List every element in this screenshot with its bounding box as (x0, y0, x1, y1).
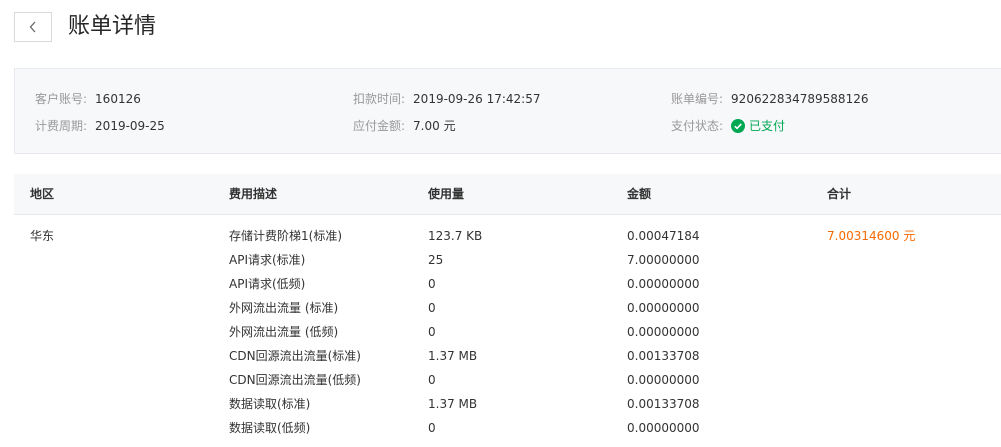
total-cell: 7.00314600 元 (827, 229, 916, 243)
amount-payable-label: 应付金额: (353, 119, 406, 133)
amount-cell: 0.00000000 (627, 277, 700, 291)
description-cell: 外网流出流量 (低频) (229, 325, 339, 339)
amount-cell: 0.00133708 (627, 349, 700, 363)
payment-status-field: 支付状态: 已支付 (671, 118, 785, 134)
amount-cell: 0.00047184 (627, 229, 700, 243)
amount-cell: 0.00000000 (627, 325, 700, 339)
bill-number-field: 账单编号: 920622834789588126 (671, 91, 868, 107)
deduct-time-value: 2019-09-26 17:42:57 (413, 92, 541, 106)
amount-payable-value: 7.00 元 (413, 119, 456, 133)
customer-account-value: 160126 (95, 92, 141, 106)
bill-number-label: 账单编号: (671, 92, 724, 106)
usage-cell: 1.37 MB (428, 397, 478, 411)
description-cell: CDN回源流出流量(标准) (229, 349, 361, 363)
description-cell: 存储计费阶梯1(标准) (229, 229, 342, 243)
deduct-time-label: 扣款时间: (353, 92, 406, 106)
deduct-time-field: 扣款时间: 2019-09-26 17:42:57 (353, 91, 541, 107)
page-header: 账单详情 (0, 0, 1001, 56)
amount-cell: 7.00000000 (627, 253, 700, 267)
region-cell: 华东 (30, 229, 55, 243)
payment-status-label: 支付状态: (671, 119, 724, 133)
page-title: 账单详情 (68, 14, 157, 39)
usage-cell: 1.37 MB (428, 349, 478, 363)
usage-cell: 0 (428, 421, 436, 435)
description-cell: 数据读取(低频) (229, 421, 311, 435)
amount-cell: 0.00000000 (627, 373, 700, 387)
bill-summary: 客户账号: 160126 扣款时间: 2019-09-26 17:42:57 账… (14, 68, 1001, 154)
description-cell: API请求(标准) (229, 253, 306, 267)
table-header: 地区 费用描述 使用量 金额 合计 (14, 174, 1001, 215)
back-button[interactable] (14, 12, 52, 42)
usage-cell: 25 (428, 253, 444, 267)
usage-cell: 123.7 KB (428, 229, 483, 243)
description-cell: 数据读取(标准) (229, 397, 311, 411)
usage-cell: 0 (428, 325, 436, 339)
column-header-usage: 使用量 (428, 187, 465, 201)
customer-account-field: 客户账号: 160126 (35, 91, 141, 107)
amount-cell: 0.00133708 (627, 397, 700, 411)
description-cell: 外网流出流量 (标准) (229, 301, 339, 315)
amount-cell: 0.00000000 (627, 421, 700, 435)
usage-cell: 0 (428, 277, 436, 291)
column-header-region: 地区 (30, 187, 55, 201)
payment-status-value: 已支付 (749, 119, 786, 133)
billing-period-label: 计费周期: (35, 119, 88, 133)
customer-account-label: 客户账号: (35, 92, 88, 106)
description-cell: API请求(低频) (229, 277, 306, 291)
amount-cell: 0.00000000 (627, 301, 700, 315)
bill-number-value: 920622834789588126 (731, 92, 869, 106)
chevron-left-icon (29, 21, 36, 33)
usage-cell: 0 (428, 373, 436, 387)
usage-cell: 0 (428, 301, 436, 315)
column-header-amount: 金额 (627, 187, 652, 201)
column-header-total: 合计 (827, 187, 852, 201)
billing-period-field: 计费周期: 2019-09-25 (35, 118, 165, 134)
description-cell: CDN回源流出流量(低频) (229, 373, 361, 387)
billing-period-value: 2019-09-25 (95, 119, 165, 133)
amount-payable-field: 应付金额: 7.00 元 (353, 118, 456, 134)
column-header-description: 费用描述 (229, 187, 278, 201)
check-circle-icon (731, 119, 746, 133)
